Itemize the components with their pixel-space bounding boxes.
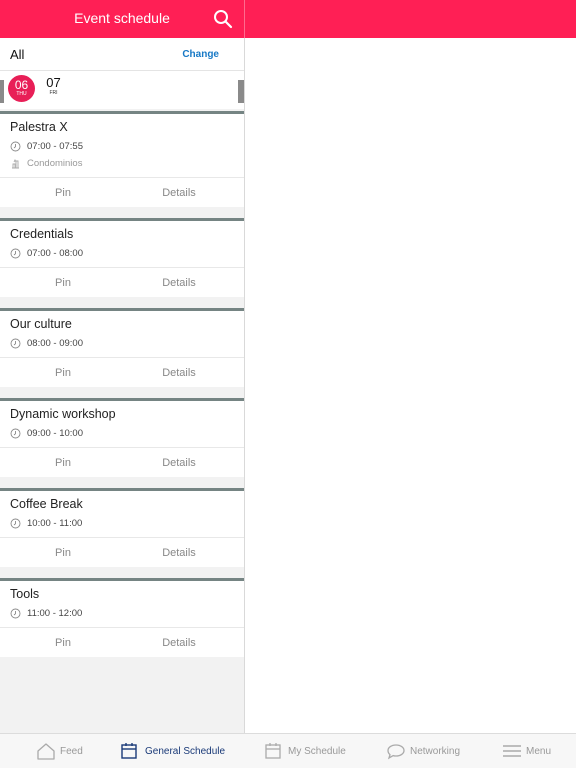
session-venue: Condominios xyxy=(0,155,244,172)
tab-label: Networking xyxy=(410,746,461,757)
session-time: 07:00 - 07:55 xyxy=(0,138,244,155)
session-time: 07:00 - 08:00 xyxy=(0,245,244,262)
pin-button[interactable]: Pin xyxy=(0,628,126,658)
date-day: 06 xyxy=(14,78,29,92)
app-header: Event schedule xyxy=(0,0,576,38)
date-item[interactable]: 07 FRI xyxy=(40,76,67,97)
session-time-text: 08:00 - 09:00 xyxy=(27,338,83,349)
session-venue-text: Condominios xyxy=(27,158,83,169)
date-weekday: FRI xyxy=(49,90,58,96)
session-time-text: 09:00 - 10:00 xyxy=(27,428,83,439)
session-time-text: 07:00 - 08:00 xyxy=(27,248,83,259)
date-strip-right-handle[interactable] xyxy=(238,80,244,103)
schedule-pane: All Change 06 THU 07 FRI Palestra X 07:0… xyxy=(0,38,245,733)
session-actions: Pin Details xyxy=(0,447,244,477)
tab-label: General Schedule xyxy=(145,746,226,757)
details-button[interactable]: Details xyxy=(116,448,242,478)
session-time-text: 07:00 - 07:55 xyxy=(27,141,83,152)
clock-icon xyxy=(10,428,21,439)
session-time: 09:00 - 10:00 xyxy=(0,425,244,442)
pin-button[interactable]: Pin xyxy=(0,538,126,568)
date-strip-left-handle[interactable] xyxy=(0,80,4,103)
session-title: Coffee Break xyxy=(10,497,83,511)
tab-feed[interactable]: Feed xyxy=(36,734,96,768)
session-card[interactable]: Credentials 07:00 - 08:00 Pin Details xyxy=(0,218,244,297)
session-card[interactable]: Dynamic workshop 09:00 - 10:00 Pin Detai… xyxy=(0,398,244,477)
session-actions: Pin Details xyxy=(0,537,244,567)
session-time-text: 10:00 - 11:00 xyxy=(27,518,83,529)
tab-general-schedule[interactable]: General Schedule xyxy=(120,734,232,768)
details-button[interactable]: Details xyxy=(116,268,242,298)
date-day: 07 xyxy=(46,75,61,90)
session-actions: Pin Details xyxy=(0,357,244,387)
search-button[interactable] xyxy=(212,8,234,30)
clock-icon xyxy=(10,248,21,259)
pin-button[interactable]: Pin xyxy=(0,358,126,388)
pin-button[interactable]: Pin xyxy=(0,178,126,208)
clock-icon xyxy=(10,338,21,349)
session-title: Palestra X xyxy=(10,120,68,134)
session-actions: Pin Details xyxy=(0,177,244,207)
session-actions: Pin Details xyxy=(0,267,244,297)
clock-icon xyxy=(10,608,21,619)
session-title: Our culture xyxy=(10,317,72,331)
chat-bubble-icon xyxy=(387,744,405,760)
filter-label: All xyxy=(10,47,25,62)
pin-button[interactable]: Pin xyxy=(0,448,126,478)
session-card[interactable]: Palestra X 07:00 - 07:55 Condominios Pin… xyxy=(0,111,244,207)
tab-label: My Schedule xyxy=(288,746,346,757)
detail-pane xyxy=(245,38,576,733)
details-button[interactable]: Details xyxy=(116,358,242,388)
session-actions: Pin Details xyxy=(0,627,244,657)
venue-icon xyxy=(12,158,19,169)
session-title: Tools xyxy=(10,587,40,601)
bottom-tab-bar: Feed General Schedule My Schedule Networ… xyxy=(0,733,576,768)
clock-icon xyxy=(10,518,21,529)
session-card[interactable]: Tools 11:00 - 12:00 Pin Details xyxy=(0,578,244,657)
date-weekday: THU xyxy=(16,91,27,97)
session-title: Dynamic workshop xyxy=(10,407,116,421)
session-time: 10:00 - 11:00 xyxy=(0,515,244,532)
tab-menu[interactable]: Menu xyxy=(502,734,562,768)
filter-row: All Change xyxy=(0,38,244,71)
details-button[interactable]: Details xyxy=(116,538,242,568)
change-filter-button[interactable]: Change xyxy=(182,49,219,60)
tab-my-schedule[interactable]: My Schedule xyxy=(264,734,354,768)
search-icon xyxy=(214,10,233,29)
tab-networking[interactable]: Networking xyxy=(386,734,466,768)
details-button[interactable]: Details xyxy=(116,628,242,658)
date-strip[interactable]: 06 THU 07 FRI xyxy=(0,71,244,109)
details-button[interactable]: Details xyxy=(116,178,242,208)
session-time-text: 11:00 - 12:00 xyxy=(27,608,83,619)
home-icon xyxy=(37,743,55,760)
clock-icon xyxy=(10,141,21,152)
date-item-selected[interactable]: 06 THU xyxy=(8,75,35,102)
tab-label: Feed xyxy=(60,746,83,757)
session-time: 11:00 - 12:00 xyxy=(0,605,244,622)
session-list: Palestra X 07:00 - 07:55 Condominios Pin… xyxy=(0,111,244,668)
calendar-icon xyxy=(121,743,137,759)
session-card[interactable]: Our culture 08:00 - 09:00 Pin Details xyxy=(0,308,244,387)
header-divider xyxy=(244,0,245,38)
tab-label: Menu xyxy=(526,746,552,757)
page-title: Event schedule xyxy=(74,10,170,26)
session-card[interactable]: Coffee Break 10:00 - 11:00 Pin Details xyxy=(0,488,244,567)
session-time: 08:00 - 09:00 xyxy=(0,335,244,352)
calendar-icon xyxy=(265,743,281,759)
pin-button[interactable]: Pin xyxy=(0,268,126,298)
hamburger-menu-icon xyxy=(503,745,521,757)
session-title: Credentials xyxy=(10,227,74,241)
